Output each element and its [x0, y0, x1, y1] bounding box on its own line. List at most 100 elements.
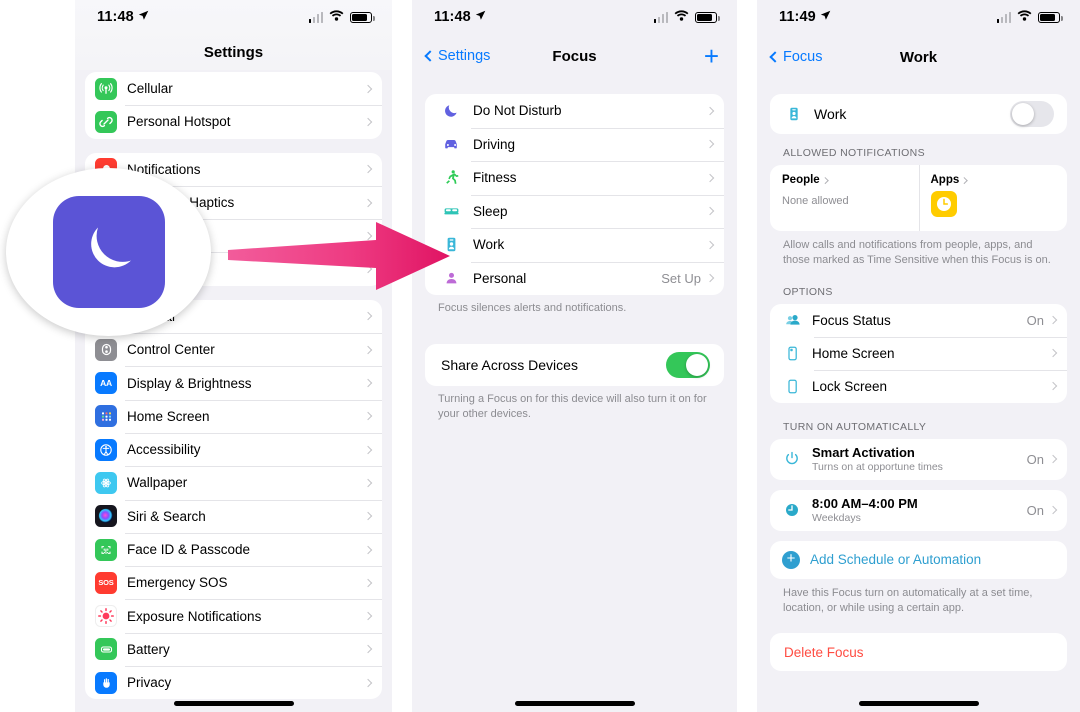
sidebar-item-display-brightness[interactable]: AA Display & Brightness	[85, 366, 382, 399]
work-toggle-row[interactable]: Work	[770, 94, 1067, 134]
privacy-icon	[95, 671, 117, 694]
add-schedule-or-automation-button[interactable]: + Add Schedule or Automation	[770, 541, 1067, 579]
smart-activation-text: Smart Activation Turns on at opportune t…	[812, 445, 1027, 473]
display-brightness-icon: AA	[95, 372, 117, 395]
automation-schedule[interactable]: 8:00 AM–4:00 PM Weekdays On	[770, 490, 1067, 531]
cellular-icon	[95, 77, 117, 100]
chevron-right-icon	[363, 117, 373, 127]
settings-scroll[interactable]: Cellular Personal Hotspot Notifications …	[75, 70, 392, 700]
share-across-devices-group: Share Across Devices	[425, 343, 724, 386]
focus-item-do-not-disturb[interactable]: Do Not Disturb	[425, 94, 724, 128]
focus-item-fitness[interactable]: Fitness	[425, 161, 724, 195]
phone-settings: 11:48 Settings Cellular Personal Hotspot…	[75, 0, 392, 712]
page-title: Focus	[552, 47, 597, 65]
option-lock-screen[interactable]: Lock Screen	[770, 369, 1067, 403]
row-label: Work	[814, 106, 847, 122]
sidebar-item-cellular[interactable]: Cellular	[85, 72, 382, 105]
chevron-right-icon	[1048, 381, 1058, 391]
option-home-screen[interactable]: Home Screen	[770, 336, 1067, 370]
sidebar-item-battery[interactable]: Battery	[85, 632, 382, 666]
nav-bar: Settings Focus +	[412, 34, 737, 78]
chevron-right-icon	[1048, 348, 1058, 358]
face-id-icon	[95, 538, 117, 561]
status-time: 11:48	[434, 9, 471, 25]
work-focus-toggle[interactable]	[1010, 101, 1054, 127]
power-icon	[782, 449, 802, 469]
chevron-right-icon	[363, 198, 373, 207]
people-label: People	[782, 174, 820, 186]
chevron-right-icon	[705, 240, 715, 249]
personal-hotspot-icon	[95, 110, 117, 133]
row-label: Fitness	[473, 170, 517, 186]
sidebar-item-emergency-sos[interactable]: SOS Emergency SOS	[85, 566, 382, 599]
home-indicator	[173, 701, 294, 706]
sidebar-item-face-id-passcode[interactable]: Face ID & Passcode	[85, 532, 382, 566]
chevron-right-icon	[705, 140, 715, 149]
sidebar-item-privacy[interactable]: Privacy	[85, 666, 382, 699]
focus-item-driving[interactable]: Driving	[425, 127, 724, 162]
sidebar-item-accessibility[interactable]: Accessibility	[85, 432, 382, 466]
back-button[interactable]: Settings	[424, 48, 490, 64]
automation-smart-activation[interactable]: Smart Activation Turns on at opportune t…	[770, 439, 1067, 480]
back-label: Focus	[783, 49, 823, 65]
row-label: Home Screen	[127, 408, 210, 424]
battery-icon	[695, 11, 720, 23]
battery-icon	[350, 11, 375, 23]
options-header: OPTIONS	[783, 285, 833, 298]
share-group-footer: Turning a Focus on for this device will …	[438, 392, 707, 420]
battery-settings-icon	[95, 638, 117, 661]
battery-icon	[1038, 11, 1063, 23]
status-bar: 11:48	[75, 0, 392, 34]
status-time-group: 11:49	[779, 9, 831, 25]
location-arrow-icon	[138, 9, 149, 25]
focus-item-work[interactable]: Work	[425, 228, 724, 262]
share-across-devices-row[interactable]: Share Across Devices	[425, 344, 724, 386]
work-focus-scroll[interactable]: Work ALLOWED NOTIFICATIONS People None a…	[757, 94, 1080, 672]
chevron-right-icon	[363, 545, 373, 554]
apps-label: Apps	[930, 174, 960, 186]
options-group: Focus Status On Home Screen Lock Screen	[770, 303, 1067, 403]
status-bar: 11:49	[757, 0, 1080, 34]
sidebar-item-personal-hotspot[interactable]: Personal Hotspot	[85, 105, 382, 138]
focus-scroll[interactable]: Do Not Disturb Driving Fitness Sleep Wor…	[412, 94, 737, 422]
chevron-right-icon	[961, 176, 968, 184]
clock-icon	[782, 500, 802, 520]
delete-focus-button[interactable]: Delete Focus	[770, 633, 1067, 671]
apps-tile[interactable]: Apps	[918, 165, 1068, 231]
wifi-icon	[1017, 8, 1032, 26]
smart-activation-group: Smart Activation Turns on at opportune t…	[770, 438, 1067, 480]
row-label: Privacy	[127, 675, 172, 691]
sidebar-item-home-screen[interactable]: Home Screen	[85, 399, 382, 433]
nav-bar: Focus Work	[757, 34, 1080, 80]
focus-item-personal[interactable]: Personal Set Up	[425, 261, 724, 296]
cellular-bars-icon	[308, 11, 323, 23]
sidebar-item-exposure-notifications[interactable]: Exposure Notifications	[85, 599, 382, 632]
people-title-row: People	[782, 174, 907, 186]
sidebar-item-wallpaper[interactable]: Wallpaper	[85, 466, 382, 499]
add-focus-button[interactable]: +	[704, 43, 719, 69]
status-icons	[996, 8, 1063, 26]
crescent-moon-icon	[72, 213, 146, 292]
status-bar: 11:48	[412, 0, 737, 34]
control-center-icon	[95, 338, 117, 361]
row-label: Work	[473, 237, 505, 253]
sidebar-item-control-center[interactable]: Control Center	[85, 333, 382, 366]
sidebar-item-siri-search[interactable]: Siri & Search	[85, 499, 382, 533]
row-label: Wallpaper	[127, 475, 188, 491]
chevron-right-icon	[363, 378, 373, 388]
phone1-header: 11:48 Settings	[75, 0, 392, 70]
location-arrow-icon	[820, 9, 831, 25]
share-across-devices-toggle[interactable]	[666, 351, 710, 378]
schedule-group: 8:00 AM–4:00 PM Weekdays On	[770, 489, 1067, 531]
row-value-set-up: Set Up	[661, 270, 701, 286]
back-button[interactable]: Focus	[769, 49, 823, 65]
chevron-right-icon	[363, 84, 373, 93]
status-time-group: 11:48	[97, 9, 149, 25]
settings-group-system: General Control Center AA Display & Brig…	[85, 299, 382, 700]
phone-work-focus: 11:49 Focus Work Work ALLOWED NOTIFICATI…	[757, 0, 1080, 712]
settings-group-connectivity: Cellular Personal Hotspot	[85, 72, 382, 139]
people-tile[interactable]: People None allowed	[770, 165, 919, 231]
option-focus-status[interactable]: Focus Status On	[770, 304, 1067, 337]
focus-group-footer: Focus silences alerts and notifications.	[438, 302, 627, 314]
focus-item-sleep[interactable]: Sleep	[425, 194, 724, 229]
